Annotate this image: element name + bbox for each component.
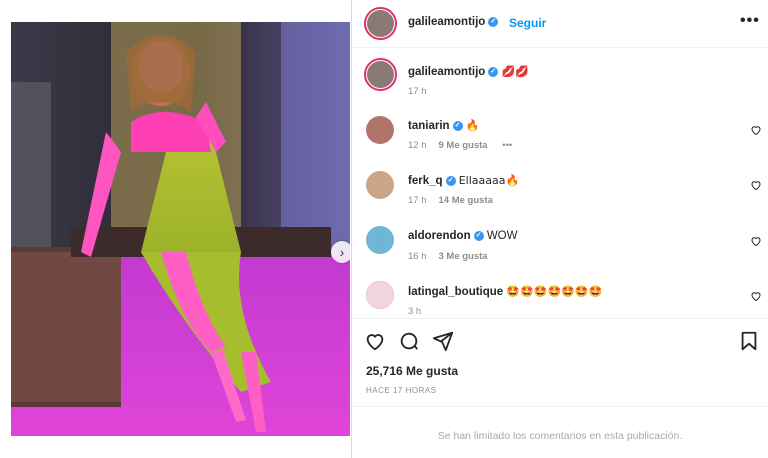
comment-meta: 16 h 3 Me gusta — [408, 251, 488, 262]
avatar[interactable] — [364, 7, 397, 40]
comment-username[interactable]: latingal_boutique — [408, 286, 503, 298]
verified-icon: ✓ — [488, 16, 499, 27]
comment-text: 🤩🤩🤩🤩🤩🤩🤩 — [506, 285, 603, 298]
post-image[interactable]: › — [11, 22, 350, 436]
chevron-right-icon: › — [339, 244, 345, 260]
caption-line: galileamontijo ✓ 💋💋 — [408, 65, 529, 78]
heart-icon[interactable] — [750, 124, 762, 136]
page-margin — [0, 0, 11, 458]
comment-line: taniarin ✓ 🔥 — [408, 119, 479, 132]
comment-username[interactable]: aldorendon — [408, 230, 471, 242]
post-side-panel: galileamontijo ✓ Seguir ••• galileamontij… — [351, 0, 768, 458]
follow-button[interactable]: Seguir — [509, 16, 546, 30]
comment-avatar[interactable] — [366, 171, 394, 199]
comment-meta: 3 h — [408, 306, 433, 317]
heart-icon[interactable] — [750, 290, 762, 302]
comment-meta: 17 h 14 Me gusta — [408, 195, 493, 206]
comment-line: latingal_boutique 🤩🤩🤩🤩🤩🤩🤩 — [408, 285, 602, 298]
comment-likes[interactable]: 3 Me gusta — [439, 251, 488, 262]
actions-divider — [352, 318, 768, 320]
comment-username[interactable]: taniarin — [408, 120, 450, 132]
comment-line: ferk_q ✓ Ellaaaaa🔥 — [408, 174, 519, 187]
caption-avatar[interactable] — [364, 58, 397, 91]
bookmark-icon[interactable] — [738, 330, 760, 352]
comment-text: Ellaaaaa🔥 — [458, 174, 520, 187]
post-timestamp: HACE 17 HORAS — [366, 386, 437, 395]
comment-time: 3 h — [408, 306, 422, 317]
post-photo-illustration — [11, 22, 350, 436]
comment-time: 16 h — [408, 251, 427, 262]
next-slide-button[interactable]: › — [331, 241, 350, 263]
comment-bubble-icon[interactable] — [398, 330, 420, 352]
verified-icon: ✓ — [473, 230, 484, 241]
post-header: galileamontijo ✓ Seguir ••• — [352, 0, 768, 48]
comment-more-icon[interactable]: ••• — [502, 140, 512, 151]
comment-meta: 12 h 9 Me gusta ••• — [408, 140, 524, 151]
comment-likes[interactable]: 9 Me gusta — [439, 140, 488, 151]
comment-avatar[interactable] — [366, 281, 394, 309]
comment-time: 12 h — [408, 140, 427, 151]
heart-icon[interactable] — [750, 179, 762, 191]
verified-icon: ✓ — [445, 175, 456, 186]
comment-likes[interactable]: 14 Me gusta — [439, 195, 493, 206]
comment-avatar[interactable] — [366, 116, 394, 144]
comments-divider — [352, 406, 768, 407]
header-username[interactable]: galileamontijo ✓ — [408, 16, 499, 28]
share-send-icon[interactable] — [432, 330, 454, 352]
caption-username[interactable]: galileamontijo — [408, 66, 485, 78]
comment-text: WOW — [486, 230, 518, 242]
comments-limited-notice: Se han limitado los comentarios en esta … — [437, 430, 683, 442]
comment-time: 17 h — [408, 195, 427, 206]
more-options-icon[interactable]: ••• — [740, 12, 760, 30]
verified-icon: ✓ — [488, 66, 499, 77]
comment-text: 🔥 — [465, 119, 480, 132]
verified-icon: ✓ — [452, 120, 463, 131]
caption-time: 17 h — [408, 86, 427, 97]
username-link[interactable]: galileamontijo — [408, 16, 485, 28]
comment-line: aldorendon ✓ WOW — [408, 230, 517, 242]
caption-meta: 17 h — [408, 86, 439, 97]
comment-avatar[interactable] — [366, 226, 394, 254]
heart-icon[interactable] — [750, 235, 762, 247]
caption-text: 💋💋 — [501, 65, 529, 78]
like-heart-icon[interactable] — [364, 330, 386, 352]
comment-username[interactable]: ferk_q — [408, 175, 443, 187]
likes-count[interactable]: 25,716 Me gusta — [366, 364, 458, 378]
